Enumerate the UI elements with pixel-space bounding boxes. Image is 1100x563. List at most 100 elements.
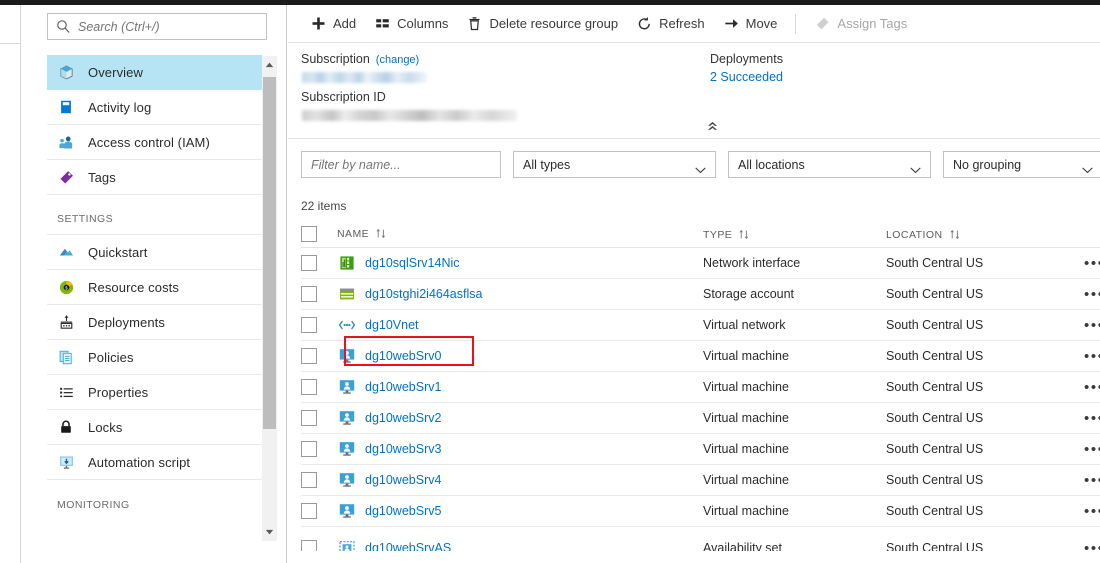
row-location-cell: South Central US bbox=[886, 347, 1061, 365]
sidebar-item-quickstart[interactable]: Quickstart bbox=[47, 235, 262, 270]
chevron-double-up-icon[interactable] bbox=[703, 119, 721, 133]
resource-type: Availability set bbox=[703, 541, 782, 551]
row-checkbox[interactable] bbox=[301, 348, 317, 364]
row-context-menu-icon[interactable]: ••• bbox=[1084, 442, 1100, 457]
row-context-menu-icon[interactable]: ••• bbox=[1084, 411, 1100, 426]
table-row[interactable]: dg10Vnet Virtual network South Central U… bbox=[301, 310, 1100, 341]
row-select-cell bbox=[301, 410, 337, 426]
row-type-cell: Virtual machine bbox=[703, 378, 886, 396]
scroll-up-arrow-icon[interactable] bbox=[262, 56, 277, 74]
sidebar-item-label: Quickstart bbox=[88, 244, 148, 260]
refresh-button[interactable]: Refresh bbox=[627, 5, 714, 43]
resource-name-link[interactable]: dg10stghi2i464asflsa bbox=[365, 287, 482, 301]
resource-name-link[interactable]: dg10webSrv2 bbox=[365, 411, 441, 425]
row-type-cell: Network interface bbox=[703, 254, 886, 272]
sidebar-scrollbar[interactable] bbox=[262, 56, 277, 541]
row-location-cell: South Central US bbox=[886, 285, 1061, 303]
scrollbar-thumb[interactable] bbox=[263, 77, 276, 429]
resource-name-link[interactable]: dg10webSrv1 bbox=[365, 380, 441, 394]
table-row[interactable]: dg10webSrvAS Availability set South Cent… bbox=[301, 527, 1100, 551]
refresh-button-label: Refresh bbox=[659, 16, 705, 31]
row-context-menu-icon[interactable]: ••• bbox=[1084, 256, 1100, 271]
filter-by-name-input[interactable] bbox=[311, 157, 491, 172]
table-row[interactable]: dg10stghi2i464asflsa Storage account Sou… bbox=[301, 279, 1100, 310]
sidebar-item-policies[interactable]: Policies bbox=[47, 340, 262, 375]
sidebar-item-properties[interactable]: Properties bbox=[47, 375, 262, 410]
row-context-menu-icon[interactable]: ••• bbox=[1084, 473, 1100, 488]
row-checkbox[interactable] bbox=[301, 472, 317, 488]
sidebar-item-label: Overview bbox=[88, 64, 143, 80]
resource-menu-blade: Overview Activity log bbox=[22, 5, 287, 563]
column-header-type[interactable]: TYPE bbox=[703, 225, 886, 243]
resource-name-link[interactable]: dg10webSrv3 bbox=[365, 442, 441, 456]
row-checkbox[interactable] bbox=[301, 503, 317, 519]
quickstart-cloud-icon bbox=[57, 243, 75, 261]
select-all-checkbox[interactable] bbox=[301, 225, 317, 242]
sidebar-section-label: SETTINGS bbox=[57, 213, 114, 225]
row-context-menu-icon[interactable]: ••• bbox=[1084, 318, 1100, 333]
row-checkbox[interactable] bbox=[301, 379, 317, 395]
resource-name-link[interactable]: dg10sqlSrv14Nic bbox=[365, 256, 460, 270]
sidebar-item-deployments[interactable]: Deployments bbox=[47, 305, 262, 340]
row-checkbox[interactable] bbox=[301, 317, 317, 333]
table-row[interactable]: dg10webSrv3 Virtual machine South Centra… bbox=[301, 434, 1100, 465]
subscription-change-link[interactable]: (change) bbox=[376, 54, 419, 66]
sidebar-section-monitoring: MONITORING bbox=[47, 480, 262, 520]
row-checkbox[interactable] bbox=[301, 540, 317, 551]
sidebar-item-label: Deployments bbox=[88, 314, 165, 330]
table-row[interactable]: dg10webSrv5 Virtual machine South Centra… bbox=[301, 496, 1100, 527]
resource-name-link[interactable]: dg10webSrvAS bbox=[365, 541, 451, 551]
delete-resource-group-button[interactable]: Delete resource group bbox=[457, 5, 627, 43]
row-location-cell: South Central US bbox=[886, 471, 1061, 489]
sidebar-item-automation-script[interactable]: Automation script bbox=[47, 445, 262, 480]
sidebar-item-activity-log[interactable]: Activity log bbox=[47, 90, 262, 125]
row-checkbox[interactable] bbox=[301, 286, 317, 302]
table-row-highlighted[interactable]: dg10webSrv0 Virtual machine South Centra… bbox=[301, 341, 1100, 372]
resource-location: South Central US bbox=[886, 349, 984, 363]
row-context-menu-icon[interactable]: ••• bbox=[1084, 287, 1100, 302]
resource-name-link[interactable]: dg10webSrv5 bbox=[365, 504, 441, 518]
row-checkbox[interactable] bbox=[301, 255, 317, 271]
sidebar-item-tags[interactable]: Tags bbox=[47, 160, 262, 195]
sort-arrows-icon bbox=[738, 229, 751, 240]
column-header-name[interactable]: NAME bbox=[337, 228, 703, 240]
move-button[interactable]: Move bbox=[714, 5, 787, 43]
row-context-menu-icon[interactable]: ••• bbox=[1084, 349, 1100, 364]
assign-tags-button[interactable]: Assign Tags bbox=[805, 5, 916, 43]
row-checkbox[interactable] bbox=[301, 441, 317, 457]
row-context-menu-icon[interactable]: ••• bbox=[1084, 541, 1100, 552]
sidebar-item-locks[interactable]: Locks bbox=[47, 410, 262, 445]
row-context-menu-icon[interactable]: ••• bbox=[1084, 504, 1100, 519]
select-all-cell bbox=[301, 225, 337, 242]
sidebar-item-label: Tags bbox=[88, 169, 116, 185]
chevron-down-icon bbox=[695, 161, 706, 174]
sidebar-item-access-control[interactable]: Access control (IAM) bbox=[47, 125, 262, 160]
scroll-down-arrow-icon[interactable] bbox=[262, 523, 277, 541]
gutter-divider bbox=[0, 43, 21, 44]
move-button-label: Move bbox=[745, 16, 778, 31]
deployments-status-link[interactable]: 2 Succeeded bbox=[710, 70, 783, 84]
blade-search-box[interactable] bbox=[47, 13, 267, 40]
search-input[interactable] bbox=[78, 19, 258, 34]
resource-name-link[interactable]: dg10webSrv0 bbox=[365, 349, 441, 363]
location-filter-dropdown[interactable]: All locations bbox=[728, 151, 931, 178]
row-checkbox[interactable] bbox=[301, 410, 317, 426]
table-row[interactable]: dg10sqlSrv14Nic Network interface South … bbox=[301, 248, 1100, 279]
row-context-menu-icon[interactable]: ••• bbox=[1084, 380, 1100, 395]
table-row[interactable]: dg10webSrv4 Virtual machine South Centra… bbox=[301, 465, 1100, 496]
assign-tags-label: Assign Tags bbox=[837, 16, 908, 31]
type-filter-dropdown[interactable]: All types bbox=[513, 151, 716, 178]
grouping-filter-dropdown[interactable]: No grouping bbox=[943, 151, 1100, 178]
sidebar-item-overview[interactable]: Overview bbox=[47, 55, 262, 90]
add-button[interactable]: Add bbox=[301, 5, 365, 43]
columns-button[interactable]: Columns bbox=[365, 5, 457, 43]
column-header-location[interactable]: LOCATION bbox=[886, 225, 1061, 243]
table-row[interactable]: dg10webSrv1 Virtual machine South Centra… bbox=[301, 372, 1100, 403]
filter-by-name-box[interactable] bbox=[301, 151, 501, 178]
resource-name-link[interactable]: dg10Vnet bbox=[365, 318, 419, 332]
row-name-cell: dg10webSrv5 bbox=[337, 502, 703, 521]
table-row[interactable]: dg10webSrv2 Virtual machine South Centra… bbox=[301, 403, 1100, 434]
sidebar-item-resource-costs[interactable]: $ Resource costs bbox=[47, 270, 262, 305]
resource-name-link[interactable]: dg10webSrv4 bbox=[365, 473, 441, 487]
virtual-machine-icon bbox=[337, 378, 356, 397]
